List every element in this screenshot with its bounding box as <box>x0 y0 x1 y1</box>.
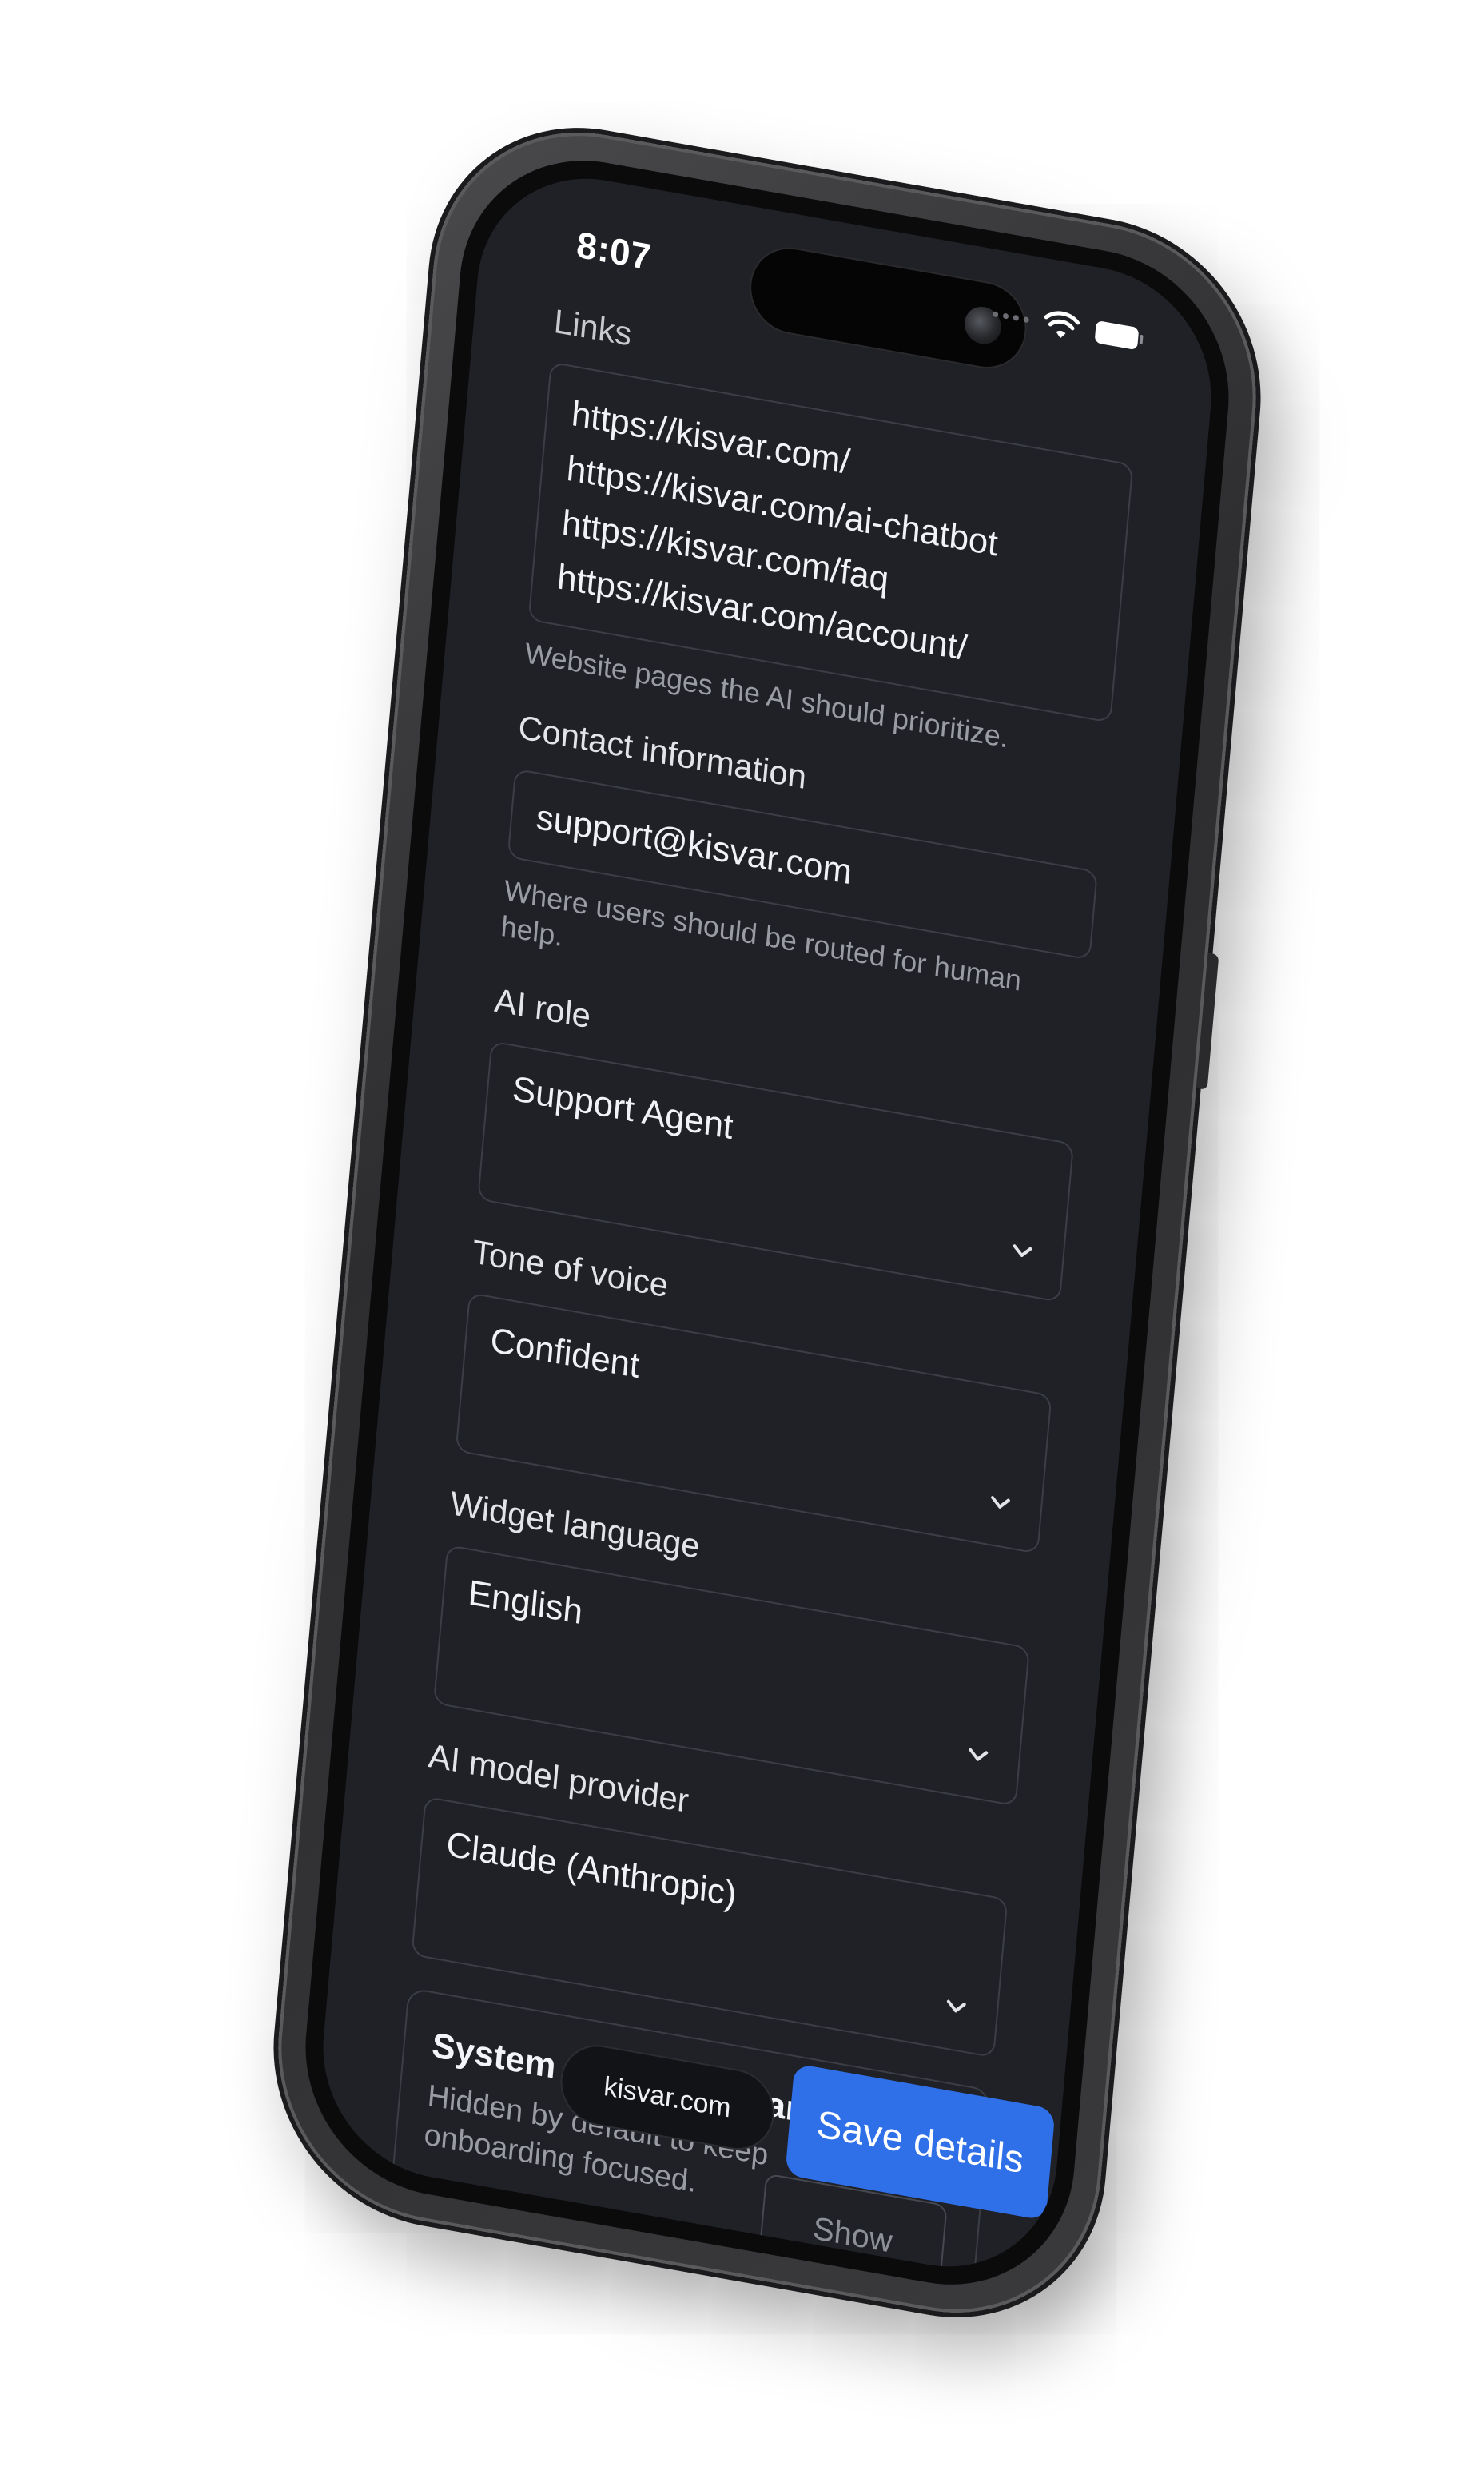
phone-bezel: 8:07 Links https://kisvar.com/ https://k… <box>294 139 1240 2306</box>
battery-icon <box>1092 318 1145 354</box>
contact-email-value: support@kisvar.com <box>535 797 854 892</box>
wifi-icon <box>1042 308 1081 343</box>
tone-value: Confident <box>488 1320 642 1386</box>
chevron-down-icon <box>991 1496 1010 1509</box>
cellular-signal-icon <box>992 310 1030 323</box>
provider-value: Claude (Anthropic) <box>444 1824 738 1915</box>
chevron-down-icon <box>946 1999 966 2013</box>
chevron-down-icon <box>1013 1244 1032 1257</box>
phone-device: 8:07 Links https://kisvar.com/ https://k… <box>265 107 1270 2338</box>
side-button <box>1196 953 1219 1091</box>
language-value: English <box>467 1572 585 1632</box>
ai-role-value: Support Agent <box>511 1068 735 1147</box>
phone-screen: 8:07 Links https://kisvar.com/ https://k… <box>313 159 1221 2286</box>
stage: 8:07 Links https://kisvar.com/ https://k… <box>0 0 1484 2474</box>
domain-pill: kisvar.com <box>557 2038 778 2157</box>
settings-form: Links https://kisvar.com/ https://kisvar… <box>391 301 1139 2286</box>
status-time: 8:07 <box>575 223 654 278</box>
chevron-down-icon <box>969 1748 989 1761</box>
